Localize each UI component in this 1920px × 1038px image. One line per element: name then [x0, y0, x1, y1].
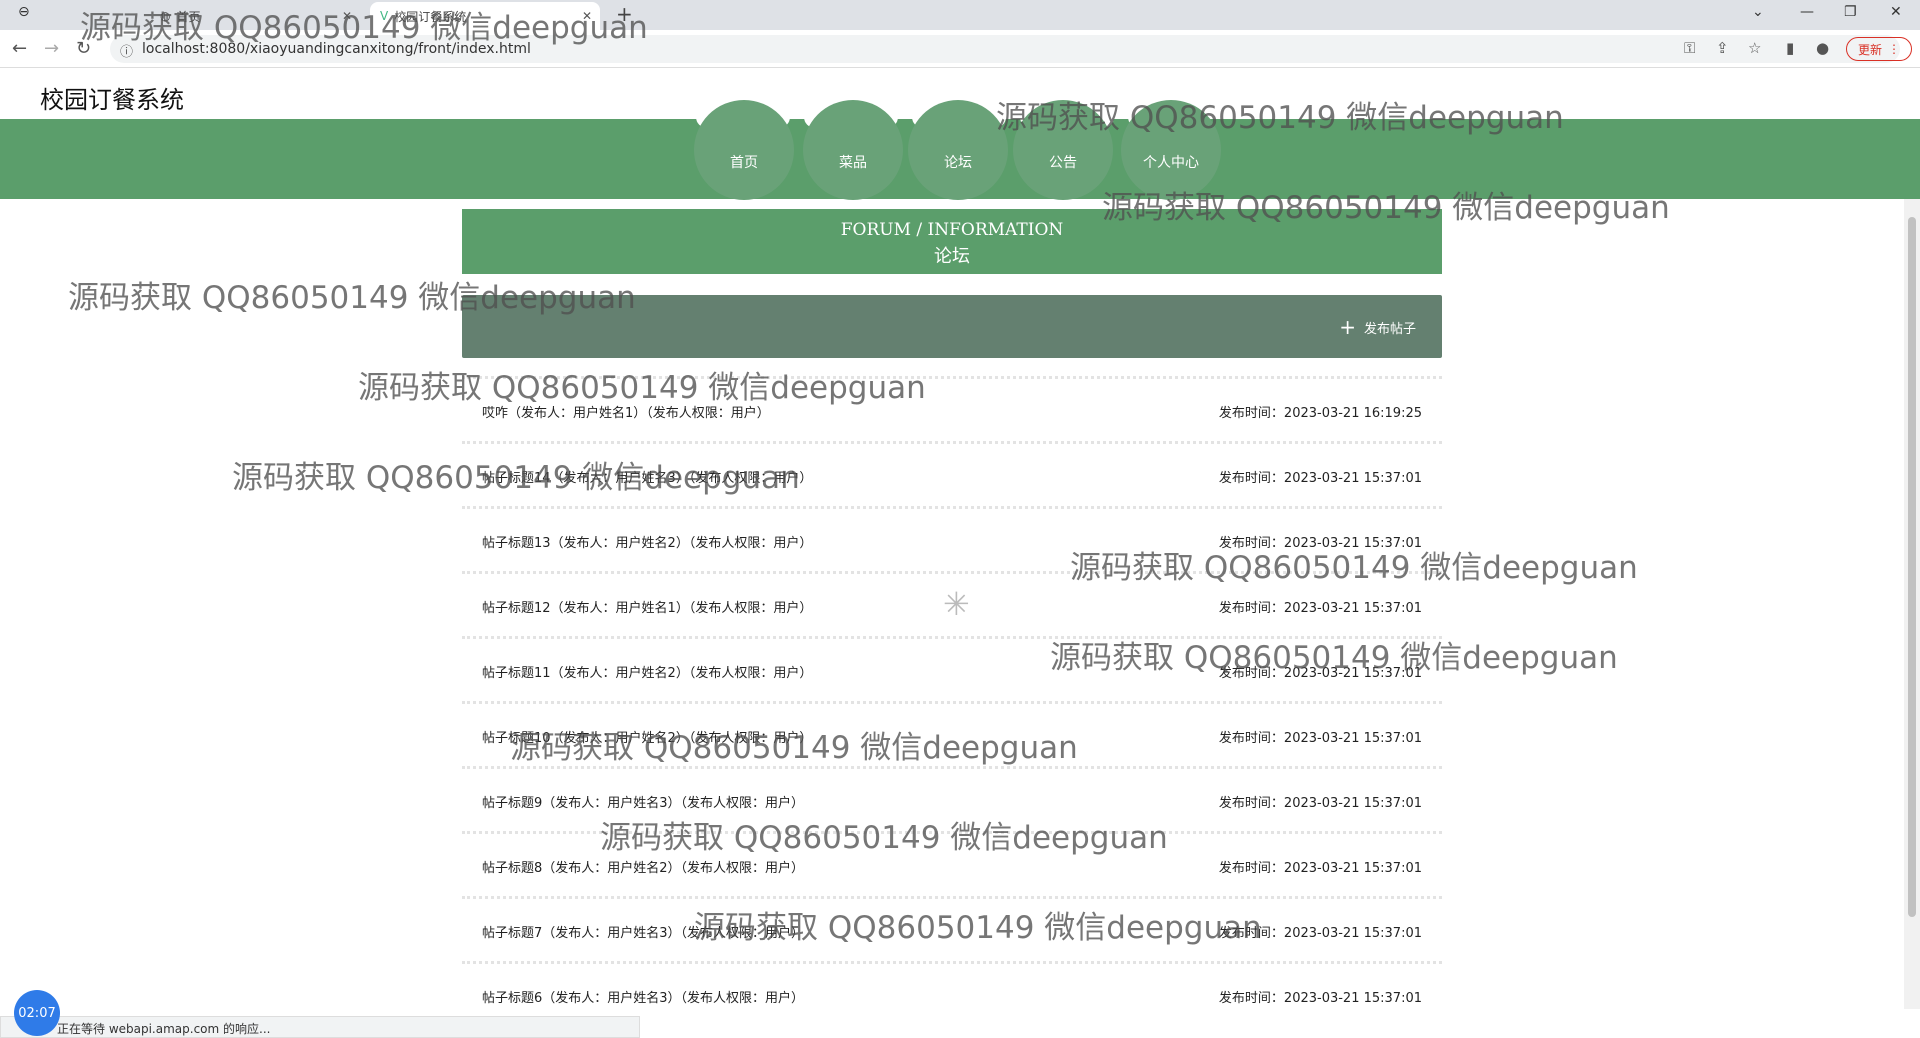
restore-icon[interactable]: ❐: [1844, 4, 1857, 20]
tab-favicon-icon: ◍: [160, 9, 171, 23]
nav-label: 个人中心: [1143, 155, 1199, 171]
address-bar[interactable]: ⓘ localhost:8080/xiaoyuandingcanxitong/f…: [110, 35, 1900, 63]
minimize-icon[interactable]: —: [1800, 4, 1814, 20]
post-time: 发布时间：2023-03-21 15:37:01: [1218, 991, 1422, 1006]
list-item[interactable]: 帖子标题11（发布人：用户姓名2）（发布人权限：用户） 发布时间：2023-03-…: [462, 636, 1442, 701]
reload-icon[interactable]: ↻: [76, 38, 91, 59]
nav-item-notice[interactable]: 公告: [1013, 100, 1113, 200]
share-icon[interactable]: ⇪: [1716, 39, 1729, 57]
browser-tab-1[interactable]: [52, 2, 142, 30]
loading-spinner-icon: ✳: [943, 585, 970, 623]
post-action-bar: + 发布帖子: [462, 295, 1442, 358]
post-time: 发布时间：2023-03-21 15:37:01: [1218, 796, 1422, 811]
scrollbar[interactable]: [1904, 199, 1920, 1009]
tab-search-icon[interactable]: ⊖: [18, 4, 30, 20]
list-item[interactable]: 帖子标题8（发布人：用户姓名2）（发布人权限：用户） 发布时间：2023-03-2…: [462, 831, 1442, 896]
window-close-icon[interactable]: ✕: [1890, 4, 1902, 20]
list-item[interactable]: 帖子标题7（发布人：用户姓名3）（发布人权限：用户） 发布时间：2023-03-2…: [462, 896, 1442, 961]
list-item[interactable]: 哎咋（发布人：用户姓名1）（发布人权限：用户） 发布时间：2023-03-21 1…: [462, 376, 1442, 441]
close-icon[interactable]: ✕: [342, 9, 352, 23]
back-icon[interactable]: ←: [12, 38, 27, 59]
plus-icon: +: [1339, 315, 1356, 339]
forward-icon[interactable]: →: [44, 38, 59, 59]
post-time: 发布时间：2023-03-21 15:37:01: [1218, 926, 1422, 941]
post-title: 帖子标题12（发布人：用户姓名1）（发布人权限：用户）: [482, 601, 813, 616]
forum-heading-en: FORUM / INFORMATION: [840, 220, 1064, 240]
tab-favicon-icon: V: [380, 9, 389, 23]
list-item[interactable]: 帖子标题13（发布人：用户姓名2）（发布人权限：用户） 发布时间：2023-03-…: [462, 506, 1442, 571]
post-list: 哎咋（发布人：用户姓名1）（发布人权限：用户） 发布时间：2023-03-21 1…: [462, 376, 1442, 1026]
nav-label: 菜品: [839, 155, 867, 171]
more-icon: ⋮: [1888, 42, 1900, 56]
update-button[interactable]: 更新 ⋮: [1846, 37, 1912, 61]
tab-label: 首页: [176, 9, 201, 24]
site-title: 校园订餐系统: [40, 86, 184, 114]
post-title: 帖子标题7（发布人：用户姓名3）（发布人权限：用户）: [482, 926, 805, 941]
tab-label: 校园订餐系统: [394, 9, 467, 24]
post-title: 帖子标题8（发布人：用户姓名2）（发布人权限：用户）: [482, 861, 805, 876]
post-time: 发布时间：2023-03-21 15:37:01: [1218, 666, 1422, 681]
browser-tab-2[interactable]: ◍ 首页 ✕: [150, 2, 360, 30]
update-label: 更新: [1857, 42, 1882, 57]
status-bar: 正在等待 webapi.amap.com 的响应...: [0, 1016, 640, 1038]
list-item[interactable]: 帖子标题10（发布人：用户姓名2）（发布人权限：用户） 发布时间：2023-03-…: [462, 701, 1442, 766]
browser-tab-strip: ⊖ ◍ 首页 ✕ V 校园订餐系统 ✕ + ⌄ — ❐ ✕: [0, 0, 1920, 30]
profile-icon[interactable]: ●: [1816, 39, 1829, 57]
post-time: 发布时间：2023-03-21 15:37:01: [1218, 601, 1422, 616]
post-title: 帖子标题6（发布人：用户姓名3）（发布人权限：用户）: [482, 991, 805, 1006]
post-title: 帖子标题14（发布人：用户姓名3）（发布人权限：用户）: [482, 471, 813, 486]
nav-item-home[interactable]: 首页: [694, 100, 794, 200]
publish-post-label: 发布帖子: [1363, 321, 1416, 337]
sidebar-icon[interactable]: ▮: [1786, 39, 1794, 57]
new-tab-button[interactable]: +: [616, 2, 633, 26]
nav-item-forum[interactable]: 论坛: [908, 100, 1008, 200]
post-time: 发布时间：2023-03-21 15:37:01: [1218, 471, 1422, 486]
post-title: 帖子标题11（发布人：用户姓名2）（发布人权限：用户）: [482, 666, 813, 681]
browser-tab-3[interactable]: V 校园订餐系统 ✕: [370, 2, 600, 30]
address-url: localhost:8080/xiaoyuandingcanxitong/fro…: [142, 41, 531, 57]
list-item[interactable]: 帖子标题14（发布人：用户姓名3）（发布人权限：用户） 发布时间：2023-03-…: [462, 441, 1442, 506]
post-time: 发布时间：2023-03-21 16:19:25: [1218, 406, 1422, 421]
post-time: 发布时间：2023-03-21 15:37:01: [1218, 731, 1422, 746]
post-title: 帖子标题10（发布人：用户姓名2）（发布人权限：用户）: [482, 731, 813, 746]
publish-post-button[interactable]: + 发布帖子: [1339, 317, 1416, 337]
nav-item-dishes[interactable]: 菜品: [803, 100, 903, 200]
star-icon[interactable]: ☆: [1748, 39, 1761, 57]
nav-label: 论坛: [944, 155, 972, 171]
post-title: 哎咋（发布人：用户姓名1）（发布人权限：用户）: [482, 406, 770, 421]
post-time: 发布时间：2023-03-21 15:37:01: [1218, 861, 1422, 876]
close-icon[interactable]: ✕: [582, 9, 592, 23]
post-time: 发布时间：2023-03-21 15:37:01: [1218, 536, 1422, 551]
scrollbar-thumb[interactable]: [1908, 217, 1916, 917]
browser-toolbar: ← → ↻ ⓘ localhost:8080/xiaoyuandingcanxi…: [0, 30, 1920, 68]
post-title: 帖子标题9（发布人：用户姓名3）（发布人权限：用户）: [482, 796, 805, 811]
forum-banner: FORUM / INFORMATION 论坛: [462, 209, 1442, 274]
post-title: 帖子标题13（发布人：用户姓名2）（发布人权限：用户）: [482, 536, 813, 551]
nav-label: 首页: [730, 155, 758, 171]
forum-heading-cn: 论坛: [934, 246, 970, 267]
chevron-down-icon[interactable]: ⌄: [1752, 4, 1764, 20]
list-item[interactable]: 帖子标题9（发布人：用户姓名3）（发布人权限：用户） 发布时间：2023-03-2…: [462, 766, 1442, 831]
nav-label: 公告: [1049, 155, 1077, 171]
key-icon[interactable]: ⚿: [1684, 39, 1695, 57]
info-icon[interactable]: ⓘ: [120, 41, 133, 60]
timer-badge[interactable]: 02:07: [14, 990, 60, 1036]
nav-item-profile[interactable]: 个人中心: [1121, 100, 1221, 200]
